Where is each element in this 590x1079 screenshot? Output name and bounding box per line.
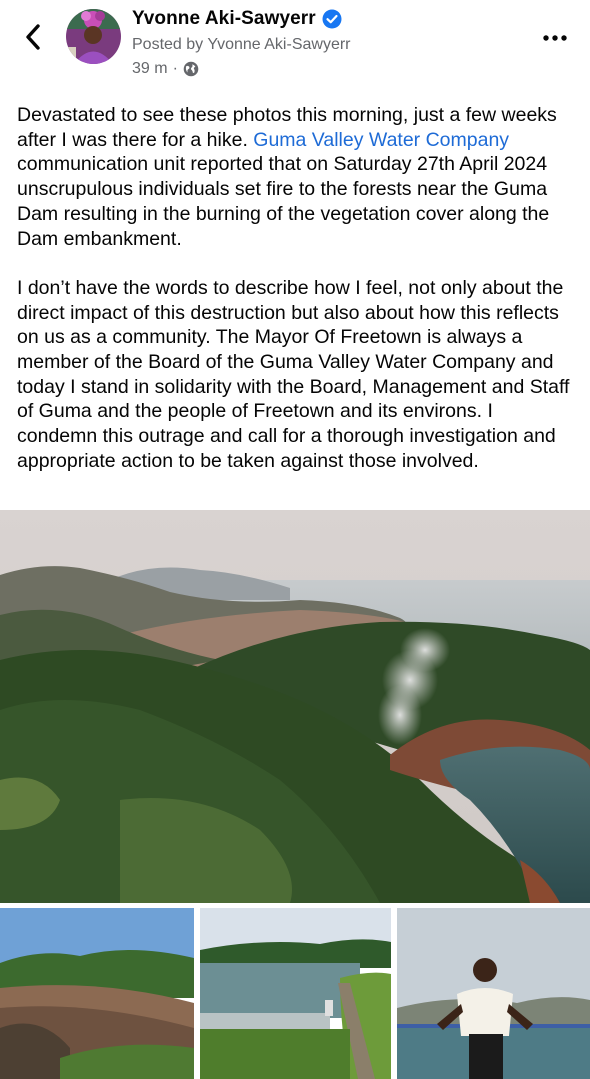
post-body: Devastated to see these photos this morn… <box>17 103 577 498</box>
post-timestamp[interactable]: 39 m <box>132 60 168 78</box>
post-paragraph-2: I don’t have the words to describe how I… <box>17 276 570 472</box>
thumbnail-photo-3[interactable] <box>397 908 590 1079</box>
author-row: Yvonne Aki-Sawyerr <box>132 8 351 30</box>
author-name[interactable]: Yvonne Aki-Sawyerr <box>132 8 316 30</box>
author-block: Yvonne Aki-Sawyerr Posted by Yvonne Aki-… <box>132 8 351 78</box>
back-button[interactable] <box>18 22 48 52</box>
verified-badge-icon <box>322 9 342 29</box>
page-link[interactable]: Guma Valley Water Company <box>253 129 509 151</box>
post-text-segment: communication unit reported that on Satu… <box>17 153 550 250</box>
thumbnail-photo-2[interactable] <box>200 908 391 1079</box>
posted-by-text: Posted by Yvonne Aki-Sawyerr <box>132 36 351 53</box>
back-arrow-icon <box>26 24 40 50</box>
post-header: Yvonne Aki-Sawyerr Posted by Yvonne Aki-… <box>0 0 590 95</box>
globe-icon[interactable] <box>183 61 199 77</box>
post-paragraph-1: Devastated to see these photos this morn… <box>17 103 577 251</box>
more-options-button[interactable] <box>540 28 570 48</box>
main-photo[interactable] <box>0 510 590 903</box>
photo-thumbnails <box>0 908 590 1079</box>
post-meta: 39 m · <box>132 60 351 78</box>
thumbnail-photo-1[interactable] <box>0 908 194 1079</box>
more-options-icon <box>543 35 567 41</box>
avatar[interactable] <box>66 9 121 64</box>
meta-separator: · <box>172 60 178 77</box>
